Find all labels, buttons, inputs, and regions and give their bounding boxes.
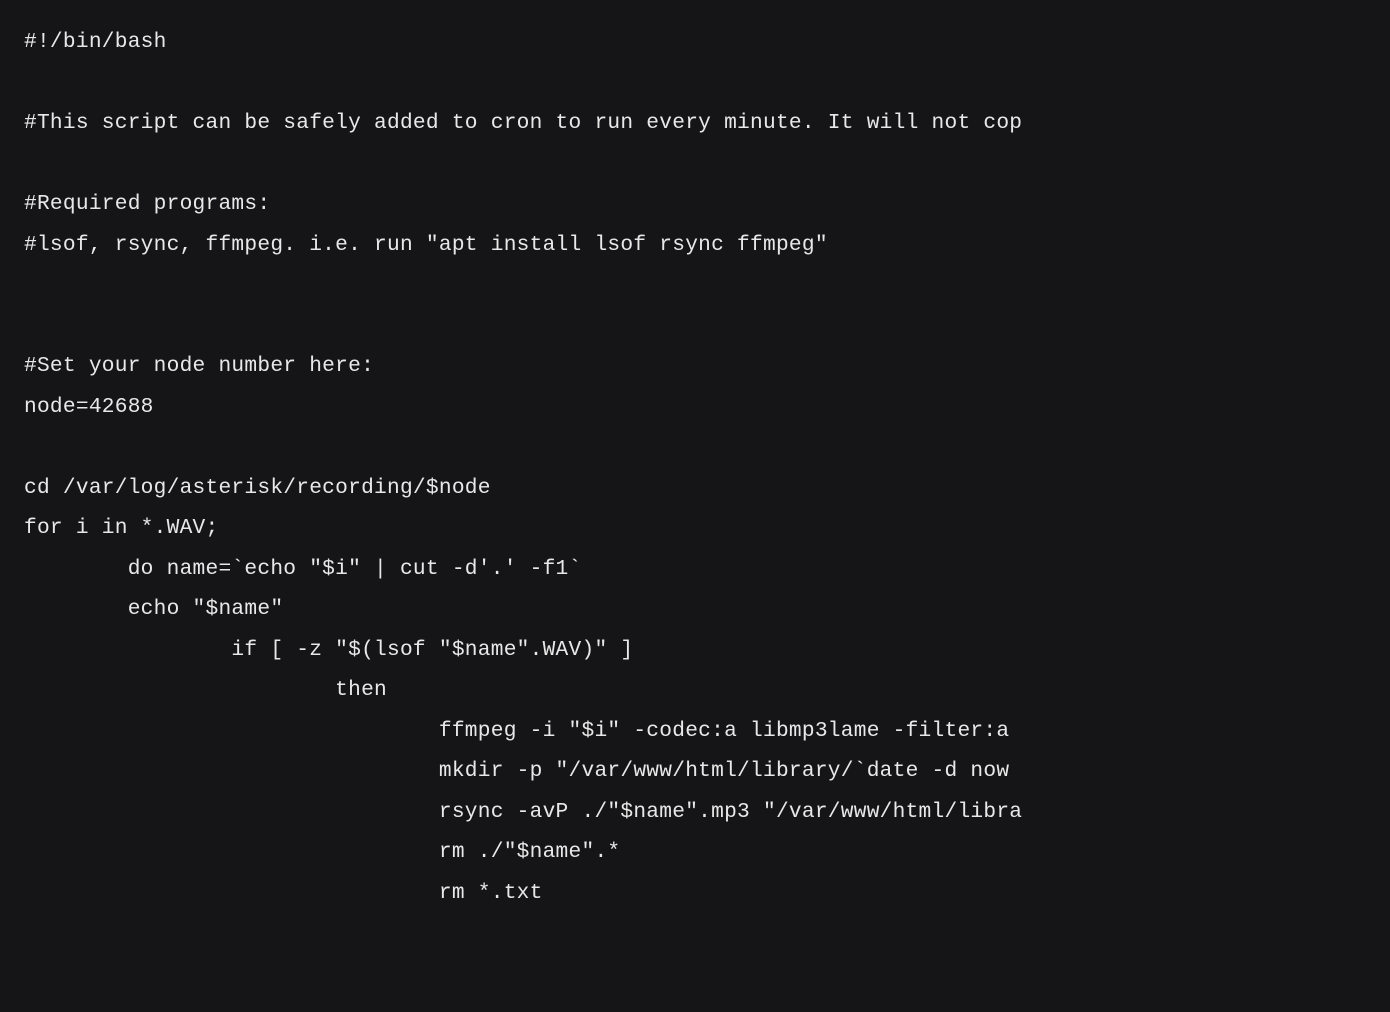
code-block: #!/bin/bash #This script can be safely a… <box>0 0 1390 937</box>
